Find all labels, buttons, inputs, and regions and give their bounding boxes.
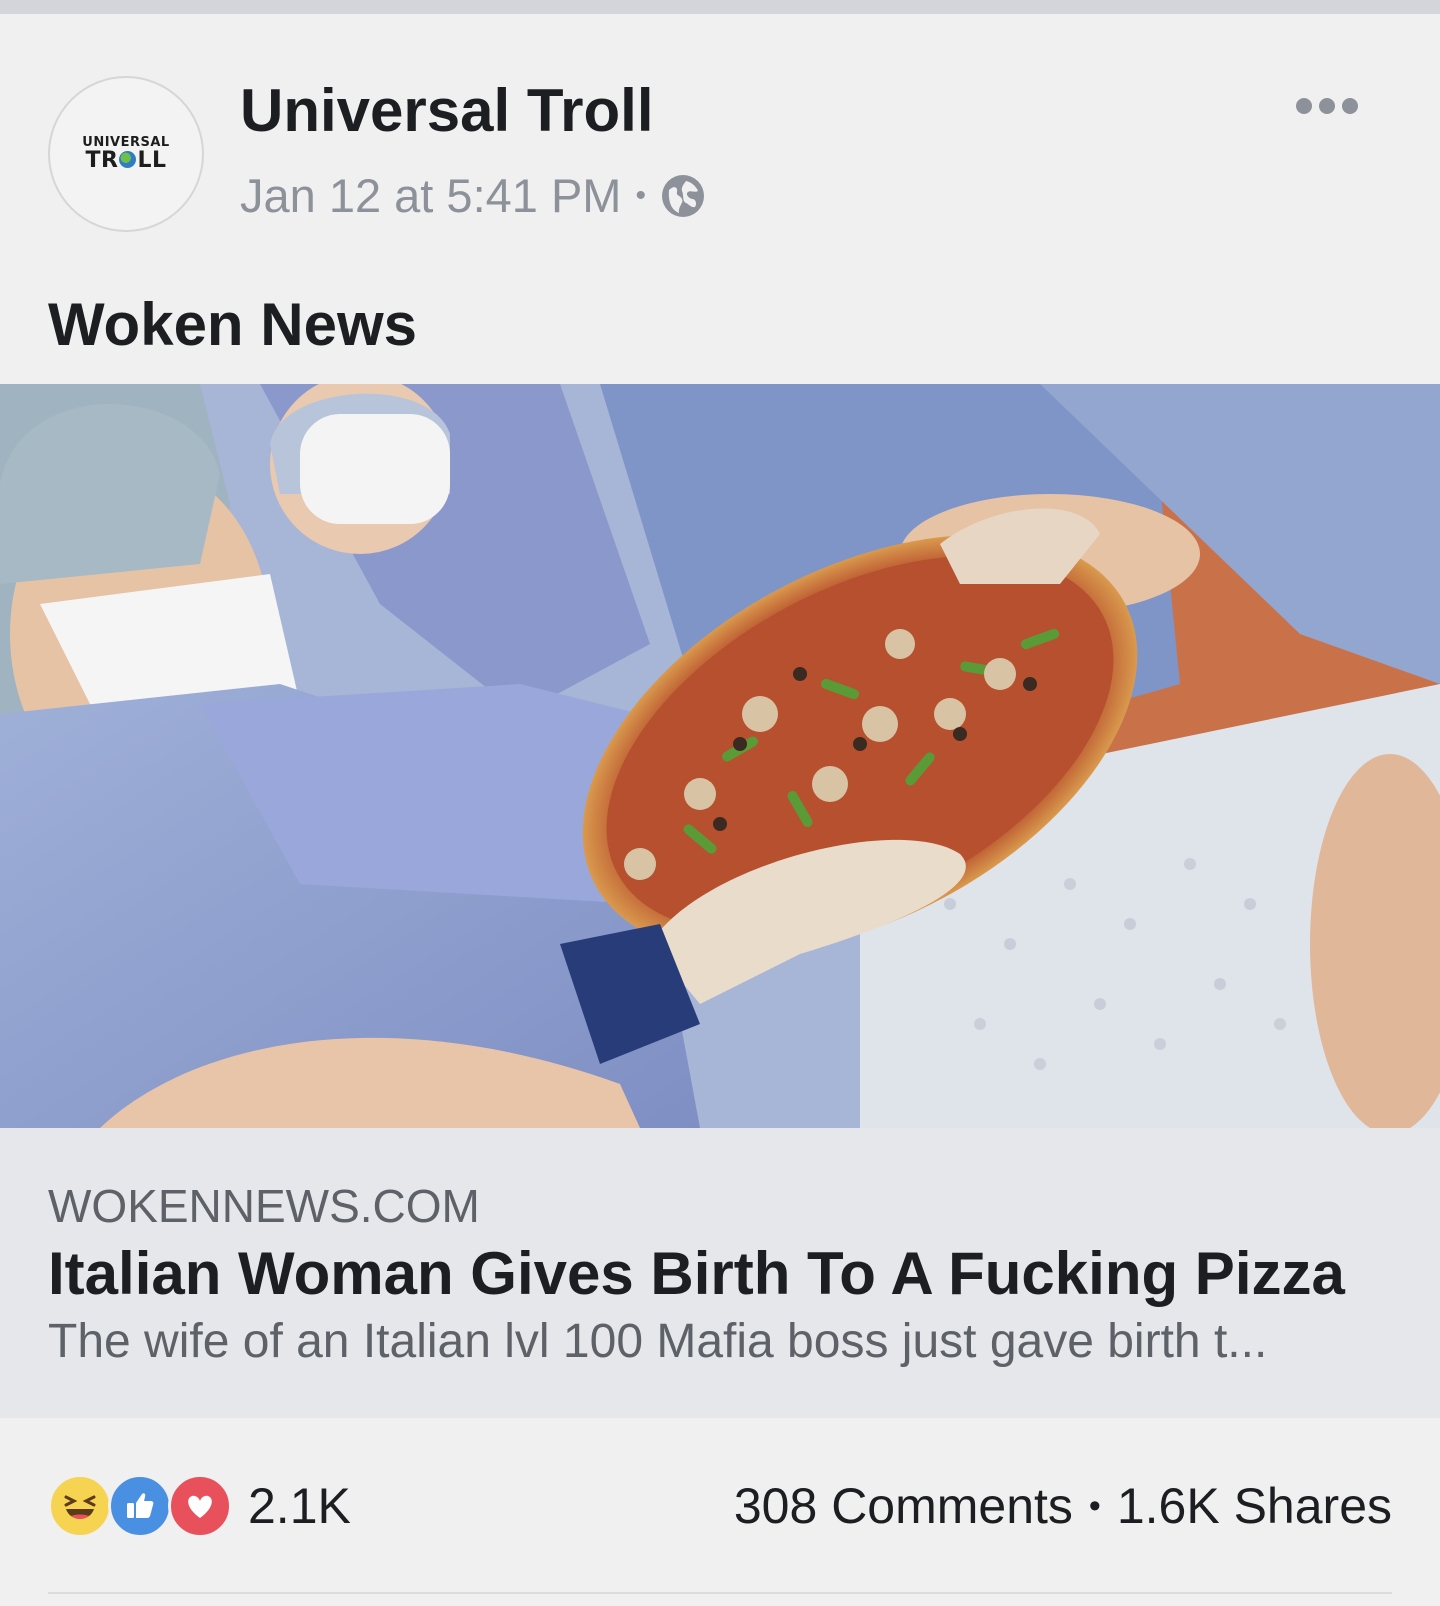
link-preview-image[interactable] xyxy=(0,384,1440,1128)
page-name[interactable]: Universal Troll xyxy=(240,76,654,146)
reactions-summary[interactable]: 2.1K xyxy=(48,1474,351,1538)
photo-illustration xyxy=(0,384,1440,1128)
engagement-stats: 308 Comments • 1.6K Shares xyxy=(734,1474,1392,1538)
post-header: UNIVERSAL TR LL Universal Troll Jan 12 at… xyxy=(0,14,1440,384)
page-avatar[interactable]: UNIVERSAL TR LL xyxy=(48,76,204,232)
link-title: Italian Woman Gives Birth To A Fucking P… xyxy=(48,1240,1345,1307)
avatar-logo-line2: TR LL xyxy=(85,148,167,173)
like-reaction-icon xyxy=(108,1474,172,1538)
shares-count-link[interactable]: 1.6K Shares xyxy=(1117,1474,1392,1538)
love-reaction-icon xyxy=(168,1474,232,1538)
post-meta: Jan 12 at 5:41 PM • xyxy=(240,166,706,226)
link-preview[interactable]: WOKENNEWS.COM Italian Woman Gives Birth … xyxy=(0,1128,1440,1418)
meta-separator: • xyxy=(635,179,646,212)
link-description: The wife of an Italian lvl 100 Mafia bos… xyxy=(48,1315,1268,1368)
status-divider xyxy=(0,0,1440,14)
divider xyxy=(48,1592,1392,1594)
haha-reaction-icon xyxy=(48,1474,112,1538)
engagement-bar: 2.1K 308 Comments • 1.6K Shares xyxy=(0,1418,1440,1606)
logo-globe-icon xyxy=(119,151,137,168)
post-timestamp[interactable]: Jan 12 at 5:41 PM xyxy=(240,166,621,226)
stats-separator: • xyxy=(1088,1487,1101,1525)
reaction-count: 2.1K xyxy=(248,1478,351,1534)
post-text: Woken News xyxy=(48,291,417,358)
globe-icon xyxy=(661,175,704,217)
comments-count-link[interactable]: 308 Comments xyxy=(734,1474,1073,1538)
more-options-icon[interactable] xyxy=(1296,98,1358,114)
link-domain: WOKENNEWS.COM xyxy=(48,1180,480,1232)
